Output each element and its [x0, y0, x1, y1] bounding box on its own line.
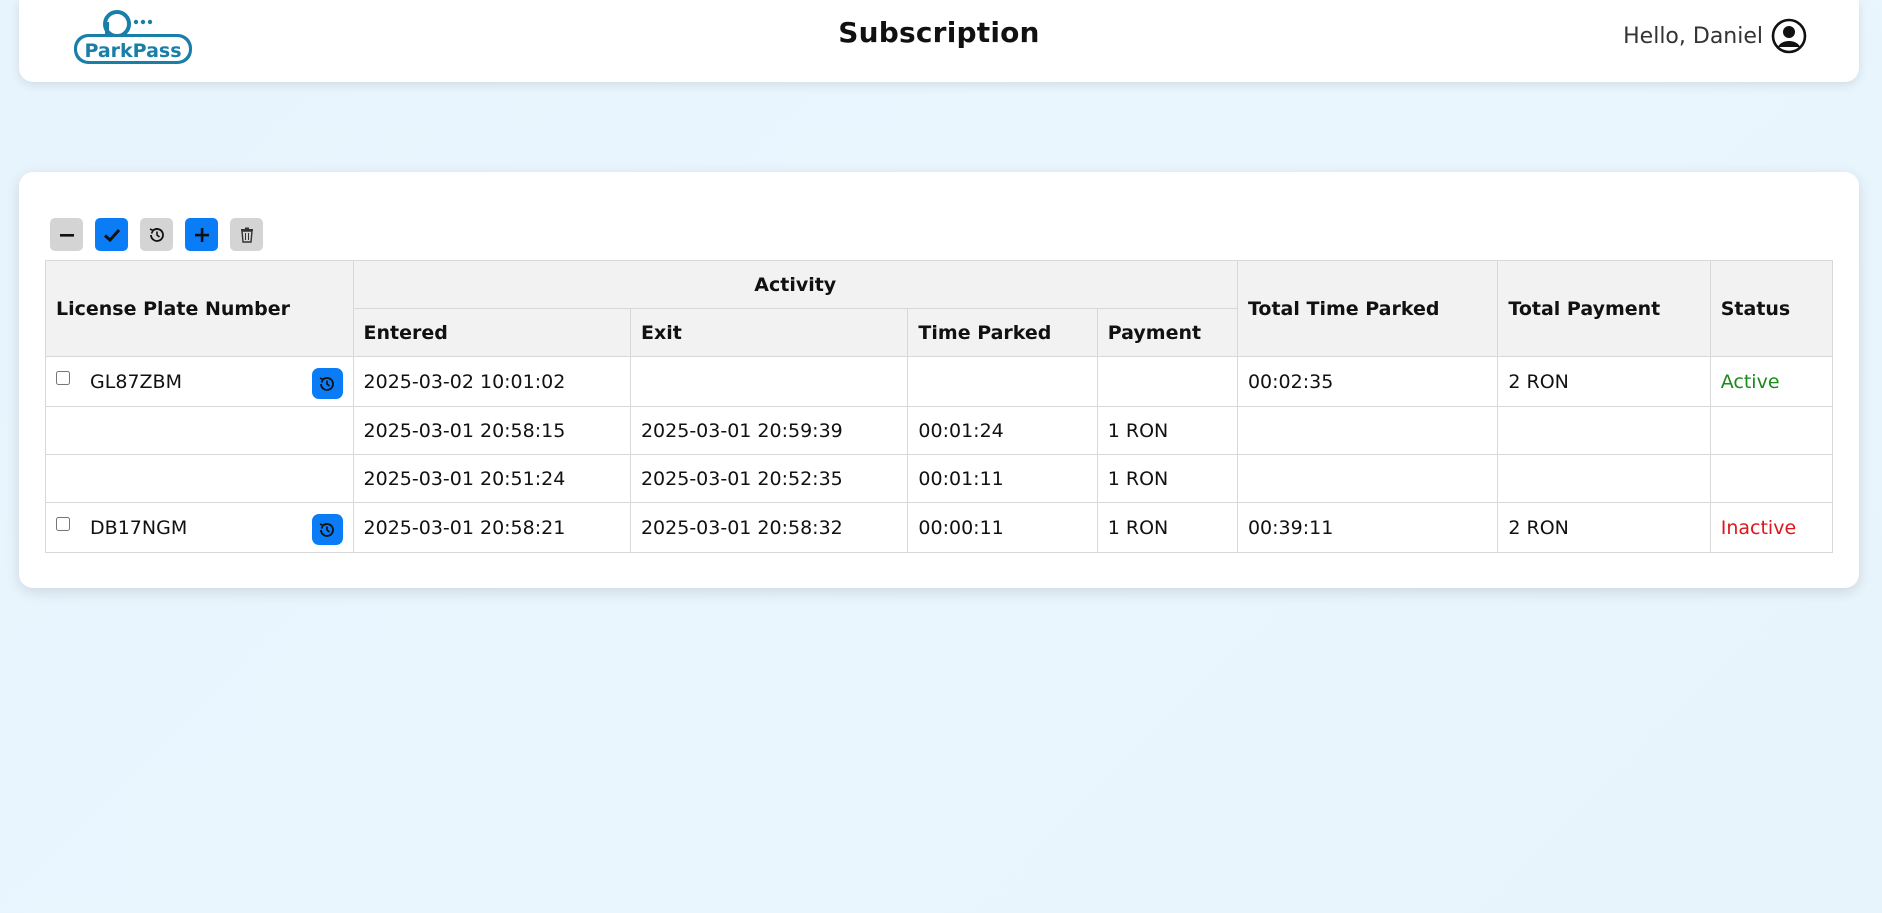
table-row: 2025-03-01 20:58:15 2025-03-01 20:59:39 …: [45, 406, 1834, 455]
table-row: GL87ZBM 2025-03-02 10:01:02 00:02:35 2 R…: [45, 356, 1834, 407]
row-checkbox[interactable]: [56, 517, 70, 531]
plate-cell: [45, 406, 354, 455]
subscription-card: License Plate Number Activity Total Time…: [19, 172, 1859, 588]
select-all-button[interactable]: [95, 218, 128, 251]
history-icon: [149, 227, 164, 242]
status-badge: Inactive: [1709, 502, 1834, 553]
header-license-plate: License Plate Number: [45, 260, 354, 357]
total-payment-cell: [1497, 454, 1711, 503]
header-total-time: Total Time Parked: [1236, 260, 1499, 357]
total-payment-cell: [1497, 406, 1711, 455]
add-vehicle-button[interactable]: [185, 218, 218, 251]
entered-cell: 2025-03-02 10:01:02: [352, 356, 631, 407]
status-badge: Active: [1709, 356, 1834, 407]
payment-cell: 1 RON: [1096, 502, 1238, 553]
delete-button[interactable]: [230, 218, 263, 251]
user-greeting: Hello, Daniel: [1623, 24, 1763, 49]
exit-cell: 2025-03-01 20:59:39: [629, 406, 909, 455]
page-title: Subscription: [838, 16, 1040, 49]
row-checkbox[interactable]: [56, 371, 70, 385]
status-badge: [1709, 454, 1834, 503]
plate-cell: DB17NGM: [45, 502, 354, 553]
header-time-parked: Time Parked: [907, 308, 1098, 357]
payment-cell: 1 RON: [1096, 406, 1238, 455]
header-total-payment: Total Payment: [1497, 260, 1711, 357]
exit-cell: 2025-03-01 20:52:35: [629, 454, 909, 503]
plate-number: GL87ZBM: [90, 370, 182, 393]
table-row: 2025-03-01 20:51:24 2025-03-01 20:52:35 …: [45, 454, 1834, 503]
row-history-button[interactable]: [311, 514, 343, 545]
plate-number: DB17NGM: [90, 516, 188, 539]
time-parked-cell: [907, 356, 1098, 407]
time-parked-cell: 00:01:11: [907, 454, 1098, 503]
payment-cell: [1096, 356, 1238, 407]
table-toolbar: [50, 218, 263, 251]
user-avatar-icon[interactable]: [1771, 18, 1807, 54]
header-exit: Exit: [629, 308, 909, 357]
entered-cell: 2025-03-01 20:58:21: [352, 502, 631, 553]
total-time-cell: [1236, 454, 1499, 503]
collapse-button[interactable]: [50, 218, 83, 251]
trash-icon: [240, 227, 253, 243]
history-icon: [319, 522, 334, 537]
total-time-cell: 00:02:35: [1236, 356, 1499, 407]
status-badge: [1709, 406, 1834, 455]
minus-icon: [59, 233, 74, 237]
exit-cell: 2025-03-01 20:58:32: [629, 502, 909, 553]
history-icon: [319, 376, 334, 391]
payment-cell: 1 RON: [1096, 454, 1238, 503]
plate-cell: GL87ZBM: [45, 356, 354, 407]
top-header: ParkPass Subscription Hello, Daniel: [19, 0, 1859, 82]
time-parked-cell: 00:00:11: [907, 502, 1098, 553]
time-parked-cell: 00:01:24: [907, 406, 1098, 455]
plus-icon: [194, 227, 209, 242]
row-history-button[interactable]: [311, 368, 343, 399]
total-time-cell: 00:39:11: [1236, 502, 1499, 553]
total-payment-cell: 2 RON: [1497, 356, 1711, 407]
total-time-cell: [1236, 406, 1499, 455]
exit-cell: [629, 356, 909, 407]
entered-cell: 2025-03-01 20:58:15: [352, 406, 631, 455]
entered-cell: 2025-03-01 20:51:24: [352, 454, 631, 503]
header-payment: Payment: [1096, 308, 1238, 357]
subscription-table: License Plate Number Activity Total Time…: [45, 260, 1834, 553]
header-status: Status: [1709, 260, 1834, 357]
check-icon: [103, 228, 120, 242]
table-row: DB17NGM 2025-03-01 20:58:21 2025-03-01 2…: [45, 502, 1834, 553]
total-payment-cell: 2 RON: [1497, 502, 1711, 553]
header-entered: Entered: [352, 308, 631, 357]
header-activity: Activity: [352, 260, 1238, 309]
history-button[interactable]: [140, 218, 173, 251]
plate-cell: [45, 454, 354, 503]
